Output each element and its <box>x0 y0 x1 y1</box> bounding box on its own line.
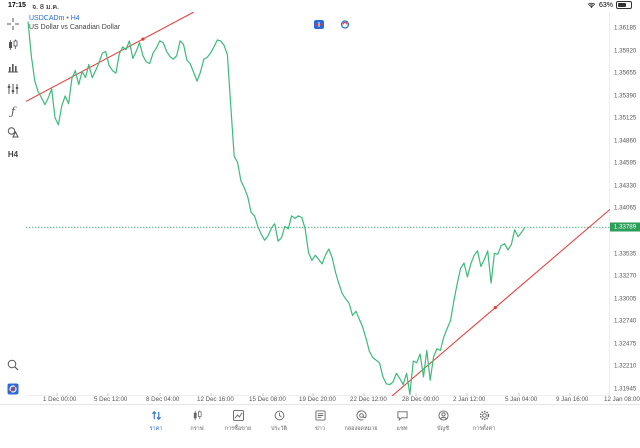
price-label: 1.31945 <box>614 385 637 393</box>
wifi-icon <box>587 2 596 8</box>
zoom-search-icon[interactable] <box>6 358 20 372</box>
candlestick-icon[interactable] <box>6 38 20 52</box>
time-label: 15 Dec 08:00 <box>249 396 286 403</box>
price-label: 1.34330 <box>614 182 637 190</box>
price-label: 1.36185 <box>614 24 637 32</box>
status-right: 63% <box>587 1 632 9</box>
candlestick-icon <box>193 410 202 421</box>
time-label: 28 Dec 00:00 <box>402 396 439 403</box>
time-label: 5 Jan 04:00 <box>505 396 538 403</box>
tab-account-label: บัญชี <box>437 426 449 432</box>
chat-bubble-icon <box>396 411 408 421</box>
price-label: 1.32210 <box>614 362 637 370</box>
trendline-upper[interactable] <box>26 12 195 102</box>
time-label: 22 Dec 12:00 <box>350 396 387 403</box>
battery-icon <box>616 1 632 9</box>
time-label: 8 Dec 04:00 <box>146 396 180 403</box>
shapes-icon[interactable] <box>6 125 20 139</box>
price-label: 1.34595 <box>614 159 637 167</box>
price-label: 1.35920 <box>614 47 637 55</box>
history-clock-icon <box>274 410 284 421</box>
bottom-tab-bar: ราคา กราฟ การซื้อขาย ประวัติ ข่าว กล่องจ… <box>0 404 640 448</box>
tab-news[interactable]: ข่าว <box>300 409 340 433</box>
app-logo-icon[interactable] <box>6 382 20 396</box>
price-label: 1.32740 <box>614 317 637 325</box>
tab-account[interactable]: บัญชี <box>423 409 463 433</box>
tab-chat-label: แชท <box>396 426 408 432</box>
bar-chart-icon[interactable] <box>6 60 20 74</box>
price-label: 1.34065 <box>614 204 637 212</box>
tab-mailbox-label: กล่องจดหมาย <box>344 426 378 432</box>
function-icon[interactable]: ƒ <box>6 104 20 118</box>
price-series-line <box>27 21 526 395</box>
tab-chat[interactable]: แชท <box>382 409 422 433</box>
drawing-toolbar: ƒ H4 <box>0 12 26 405</box>
news-icon <box>314 410 326 421</box>
tab-mailbox[interactable]: กล่องจดหมาย <box>341 409 381 433</box>
price-chart[interactable] <box>26 12 610 396</box>
status-bar: 17:15 จ. 8 ม.ค. 63% <box>0 0 640 12</box>
crosshair-icon[interactable] <box>6 17 20 31</box>
trendline-lower-anchor[interactable] <box>493 305 497 310</box>
time-label: 2 Jan 12:00 <box>453 396 486 403</box>
timeframe-h4-label[interactable]: H4 <box>6 147 20 161</box>
account-icon <box>437 410 449 421</box>
price-label: 1.33005 <box>614 295 637 303</box>
tab-settings-label: การตั้งค่า <box>472 426 496 432</box>
time-label: 12 Dec 16:00 <box>197 396 234 403</box>
time-label: 5 Dec 12:00 <box>94 396 128 403</box>
gear-icon <box>479 410 489 421</box>
at-sign-icon <box>356 410 367 421</box>
tab-settings[interactable]: การตั้งค่า <box>464 409 504 433</box>
tab-quotes[interactable]: ราคา <box>136 409 176 433</box>
price-label: 1.35655 <box>614 69 637 77</box>
tab-trade-label: การซื้อขาย <box>224 426 252 432</box>
time-label: 9 Jan 16:00 <box>556 396 589 403</box>
tab-chart-label: กราฟ <box>190 426 204 432</box>
time-label: 19 Dec 20:00 <box>299 396 336 403</box>
quotes-arrows-icon <box>151 411 161 420</box>
tab-history[interactable]: ประวัติ <box>259 409 299 433</box>
price-label: 1.33535 <box>614 250 637 257</box>
current-price-tag: 1.33789 <box>610 222 640 232</box>
time-label: 1 Dec 00:00 <box>43 396 77 403</box>
tab-news-label: ข่าว <box>315 426 325 432</box>
price-label: 1.32475 <box>614 340 637 348</box>
price-label: 1.35390 <box>614 92 637 100</box>
battery-percent: 63% <box>598 1 613 9</box>
indicator-sliders-icon[interactable] <box>6 82 20 96</box>
tab-chart[interactable]: กราฟ <box>177 409 217 433</box>
price-label: 1.35125 <box>614 114 637 122</box>
trendline-upper-anchor[interactable] <box>141 37 145 41</box>
tab-history-label: ประวัติ <box>270 426 288 432</box>
tab-trade[interactable]: การซื้อขาย <box>218 409 258 433</box>
time-label: 12 Jan 08:00 <box>604 396 640 403</box>
price-label: 1.33270 <box>614 272 637 280</box>
price-axis[interactable]: 1.36185 1.35920 1.35655 1.35390 1.35125 … <box>610 12 640 396</box>
trade-chart-icon <box>232 410 244 421</box>
tab-quotes-label: ราคา <box>149 426 163 432</box>
price-label: 1.34860 <box>614 137 637 145</box>
status-time: 17:15 <box>8 2 26 9</box>
